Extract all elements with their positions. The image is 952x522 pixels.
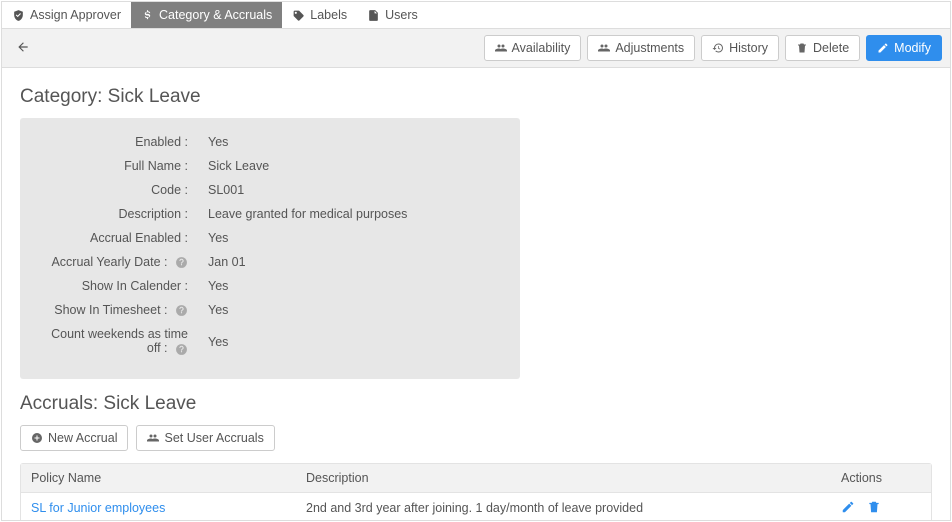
new-accrual-button[interactable]: New Accrual (20, 425, 128, 451)
help-icon[interactable] (175, 256, 188, 269)
plus-circle-icon (31, 432, 43, 444)
detail-value: Yes (194, 335, 228, 349)
detail-code: Code : SL001 (34, 178, 506, 202)
detail-value: Yes (194, 135, 228, 149)
col-description: Description (306, 471, 841, 485)
button-label: New Accrual (48, 431, 117, 445)
detail-value: Leave granted for medical purposes (194, 207, 407, 221)
detail-count-weekends: Count weekends as time off : Yes (34, 322, 506, 360)
tab-label: Labels (310, 8, 347, 22)
detail-label: Description : (34, 207, 194, 221)
col-actions: Actions (841, 471, 921, 485)
detail-show-in-calendar: Show In Calender : Yes (34, 274, 506, 298)
button-label: Set User Accruals (164, 431, 263, 445)
detail-label: Full Name : (34, 159, 194, 173)
detail-label: Accrual Enabled : (34, 231, 194, 245)
detail-label: Code : (34, 183, 194, 197)
detail-enabled: Enabled : Yes (34, 130, 506, 154)
tabs-bar: Assign Approver Category & Accruals Labe… (2, 2, 950, 29)
tab-label: Assign Approver (30, 8, 121, 22)
history-button[interactable]: History (701, 35, 779, 61)
delete-button[interactable]: Delete (785, 35, 860, 61)
button-label: Adjustments (615, 41, 684, 55)
detail-label: Count weekends as time off : (34, 327, 194, 355)
document-icon (367, 9, 380, 22)
adjustments-button[interactable]: Adjustments (587, 35, 695, 61)
button-label: Availability (512, 41, 571, 55)
tab-assign-approver[interactable]: Assign Approver (2, 2, 131, 28)
col-policy-name: Policy Name (31, 471, 306, 485)
tab-label: Users (385, 8, 418, 22)
availability-button[interactable]: Availability (484, 35, 582, 61)
table-row: SL for Junior employees 2nd and 3rd year… (21, 493, 931, 521)
detail-accrual-yearly-date: Accrual Yearly Date : Jan 01 (34, 250, 506, 274)
category-heading: Category: Sick Leave (20, 86, 932, 108)
back-button[interactable] (10, 36, 36, 61)
accruals-heading: Accruals: Sick Leave (20, 393, 932, 415)
toolbar-actions: Availability Adjustments History Delete … (484, 35, 942, 61)
history-icon (712, 42, 724, 54)
button-label: Delete (813, 41, 849, 55)
content: Category: Sick Leave Enabled : Yes Full … (2, 68, 950, 521)
detail-accrual-enabled: Accrual Enabled : Yes (34, 226, 506, 250)
detail-value: Yes (194, 231, 228, 245)
detail-description: Description : Leave granted for medical … (34, 202, 506, 226)
button-label: Modify (894, 41, 931, 55)
help-icon[interactable] (175, 343, 188, 356)
app-window: Assign Approver Category & Accruals Labe… (1, 1, 951, 521)
table-header: Policy Name Description Actions (21, 464, 931, 493)
tab-users[interactable]: Users (357, 2, 428, 28)
tab-labels[interactable]: Labels (282, 2, 357, 28)
users-icon (147, 432, 159, 444)
shield-check-icon (12, 9, 25, 22)
toolbar: Availability Adjustments History Delete … (2, 29, 950, 68)
detail-full-name: Full Name : Sick Leave (34, 154, 506, 178)
detail-show-in-timesheet: Show In Timesheet : Yes (34, 298, 506, 322)
detail-label: Show In Calender : (34, 279, 194, 293)
policy-desc: 2nd and 3rd year after joining. 1 day/mo… (306, 501, 841, 515)
detail-value: Sick Leave (194, 159, 269, 173)
policy-link[interactable]: SL for Junior employees (31, 501, 306, 515)
detail-value: Jan 01 (194, 255, 246, 269)
users-icon (495, 42, 507, 54)
detail-label: Show In Timesheet : (34, 303, 194, 317)
dollar-icon (141, 9, 154, 22)
detail-value: Yes (194, 279, 228, 293)
trash-icon[interactable] (867, 500, 881, 517)
tab-category-accruals[interactable]: Category & Accruals (131, 2, 282, 28)
detail-label: Enabled : (34, 135, 194, 149)
set-user-accruals-button[interactable]: Set User Accruals (136, 425, 274, 451)
row-actions (841, 500, 921, 517)
modify-button[interactable]: Modify (866, 35, 942, 61)
tab-label: Category & Accruals (159, 8, 272, 22)
table-body: SL for Junior employees 2nd and 3rd year… (21, 493, 931, 521)
accruals-table: Policy Name Description Actions SL for J… (20, 463, 932, 521)
detail-value: Yes (194, 303, 228, 317)
button-label: History (729, 41, 768, 55)
help-icon[interactable] (175, 304, 188, 317)
category-details-panel: Enabled : Yes Full Name : Sick Leave Cod… (20, 118, 520, 379)
pencil-icon (877, 42, 889, 54)
edit-icon[interactable] (841, 500, 855, 517)
users-icon (598, 42, 610, 54)
detail-label: Accrual Yearly Date : (34, 255, 194, 269)
tag-icon (292, 9, 305, 22)
detail-value: SL001 (194, 183, 244, 197)
trash-icon (796, 42, 808, 54)
accrual-actions: New Accrual Set User Accruals (20, 425, 932, 451)
